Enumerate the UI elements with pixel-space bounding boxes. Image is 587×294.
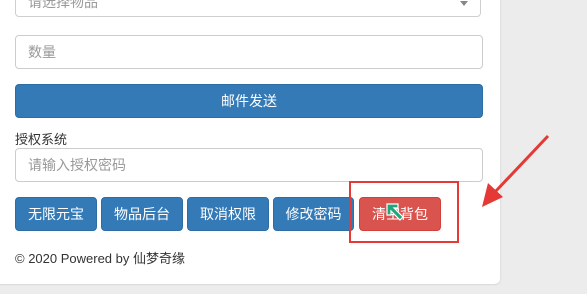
quantity-input[interactable] [15, 35, 483, 69]
auth-password-input[interactable] [15, 148, 483, 182]
item-backend-button[interactable]: 物品后台 [101, 197, 183, 231]
send-mail-button[interactable]: 邮件发送 [15, 84, 483, 118]
footer-copyright: © 2020 Powered by 仙梦奇缘 [15, 251, 185, 266]
change-password-button[interactable]: 修改密码 [273, 197, 354, 231]
item-select[interactable]: 请选择物品 [15, 0, 481, 17]
cancel-permission-button[interactable]: 取消权限 [187, 197, 269, 231]
caret-down-icon [460, 1, 468, 6]
item-select-placeholder: 请选择物品 [28, 0, 98, 10]
hand-cursor-icon [386, 203, 404, 221]
unlimited-yuanbao-button[interactable]: 无限元宝 [15, 197, 97, 231]
auth-section-label: 授权系统 [15, 132, 68, 147]
